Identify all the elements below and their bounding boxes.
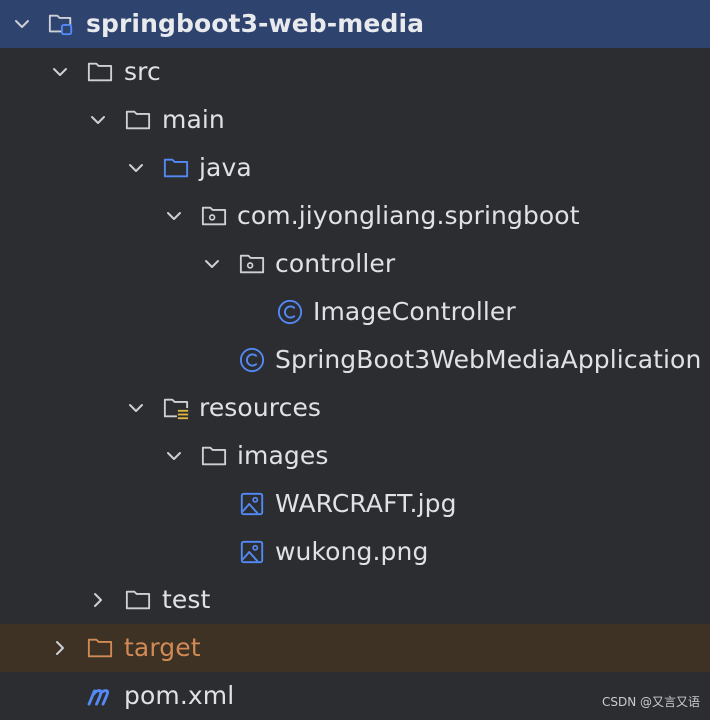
chevron-down-icon[interactable] — [12, 14, 32, 34]
tree-item-target[interactable]: target — [0, 624, 710, 672]
tree-item-label: images — [237, 441, 329, 470]
tree-item-label: controller — [275, 249, 396, 278]
chevron-down-icon[interactable] — [164, 446, 184, 466]
tree-item-label: pom.xml — [124, 681, 235, 710]
maven-icon — [86, 683, 116, 709]
folder-icon — [87, 59, 113, 85]
tree-item-label: springboot3-web-media — [86, 9, 425, 38]
chevron-right-icon[interactable] — [50, 638, 70, 658]
tree-item-package[interactable]: com.jiyongliang.springboot — [0, 192, 710, 240]
tree-item-label: main — [162, 105, 225, 134]
folder-icon — [125, 587, 151, 613]
tree-item-label: SpringBoot3WebMediaApplication — [275, 345, 702, 374]
module-folder-icon — [48, 11, 74, 37]
tree-item-warcraft[interactable]: WARCRAFT.jpg — [0, 480, 710, 528]
tree-item-application[interactable]: SpringBoot3WebMediaApplication — [0, 336, 710, 384]
image-file-icon — [239, 491, 265, 517]
chevron-down-icon[interactable] — [126, 398, 146, 418]
chevron-down-icon[interactable] — [164, 206, 184, 226]
chevron-down-icon[interactable] — [202, 254, 222, 274]
chevron-down-icon[interactable] — [88, 110, 108, 130]
image-file-icon — [239, 539, 265, 565]
tree-item-label: ImageController — [313, 297, 516, 326]
folder-icon — [125, 107, 151, 133]
tree-item-label: java — [199, 153, 252, 182]
chevron-down-icon[interactable] — [50, 62, 70, 82]
tree-item-root[interactable]: springboot3-web-media — [0, 0, 710, 48]
tree-item-label: WARCRAFT.jpg — [275, 489, 457, 518]
class-icon — [239, 347, 265, 373]
folder-icon — [201, 443, 227, 469]
source-root-folder-icon — [163, 155, 189, 181]
tree-item-main[interactable]: main — [0, 96, 710, 144]
tree-item-label: target — [124, 633, 201, 662]
tree-item-label: test — [162, 585, 211, 614]
tree-item-label: wukong.png — [275, 537, 429, 566]
tree-item-label: com.jiyongliang.springboot — [237, 201, 580, 230]
resources-root-folder-icon — [163, 395, 189, 421]
tree-item-java[interactable]: java — [0, 144, 710, 192]
chevron-down-icon[interactable] — [126, 158, 146, 178]
package-icon — [239, 251, 265, 277]
tree-item-resources[interactable]: resources — [0, 384, 710, 432]
tree-item-images[interactable]: images — [0, 432, 710, 480]
class-icon — [277, 299, 303, 325]
project-tree: springboot3-web-media src main java com.… — [0, 0, 710, 720]
tree-item-controller[interactable]: controller — [0, 240, 710, 288]
watermark: CSDN @又言又语 — [601, 695, 700, 709]
excluded-folder-icon — [87, 635, 113, 661]
package-icon — [201, 203, 227, 229]
tree-item-wukong[interactable]: wukong.png — [0, 528, 710, 576]
tree-item-test[interactable]: test — [0, 576, 710, 624]
tree-item-label: resources — [199, 393, 322, 422]
tree-item-image-controller[interactable]: ImageController — [0, 288, 710, 336]
tree-item-src[interactable]: src — [0, 48, 710, 96]
chevron-right-icon[interactable] — [88, 590, 108, 610]
tree-item-label: src — [124, 57, 161, 86]
